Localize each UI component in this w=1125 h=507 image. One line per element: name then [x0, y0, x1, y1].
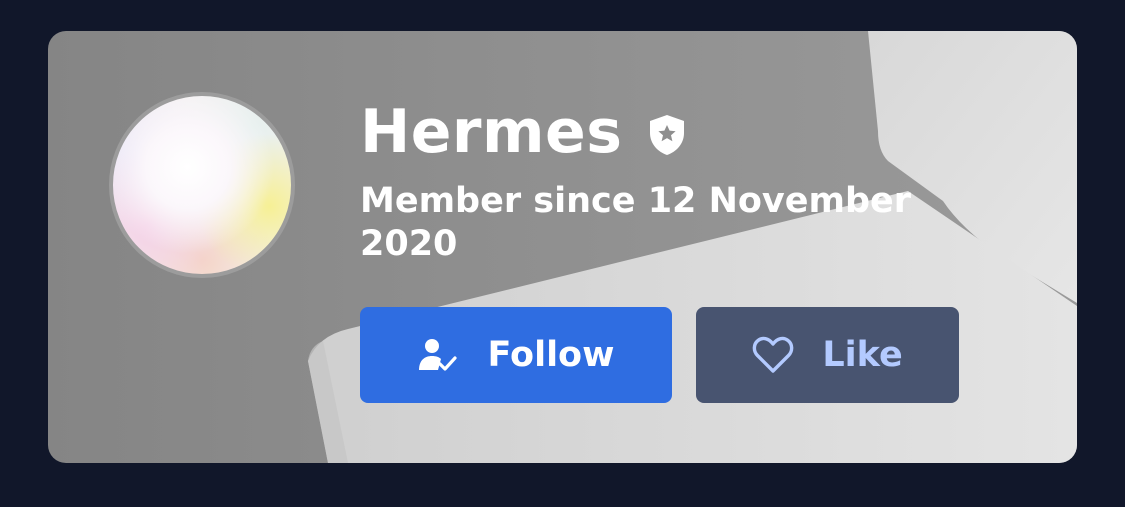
- shield-star-icon: [646, 113, 688, 157]
- follow-label: Follow: [487, 335, 615, 375]
- heart-icon: [752, 336, 794, 374]
- like-label: Like: [822, 335, 903, 375]
- member-since-text: Member since 12 November 2020: [360, 181, 911, 264]
- avatar[interactable]: [109, 92, 295, 278]
- like-button[interactable]: Like: [696, 307, 959, 403]
- name-row: Hermes: [360, 95, 688, 170]
- profile-name: Hermes: [360, 97, 623, 167]
- user-check-icon: [418, 337, 458, 373]
- follow-button[interactable]: Follow: [360, 307, 672, 403]
- profile-card: Hermes Member since 12 November 2020 Fol…: [48, 31, 1077, 463]
